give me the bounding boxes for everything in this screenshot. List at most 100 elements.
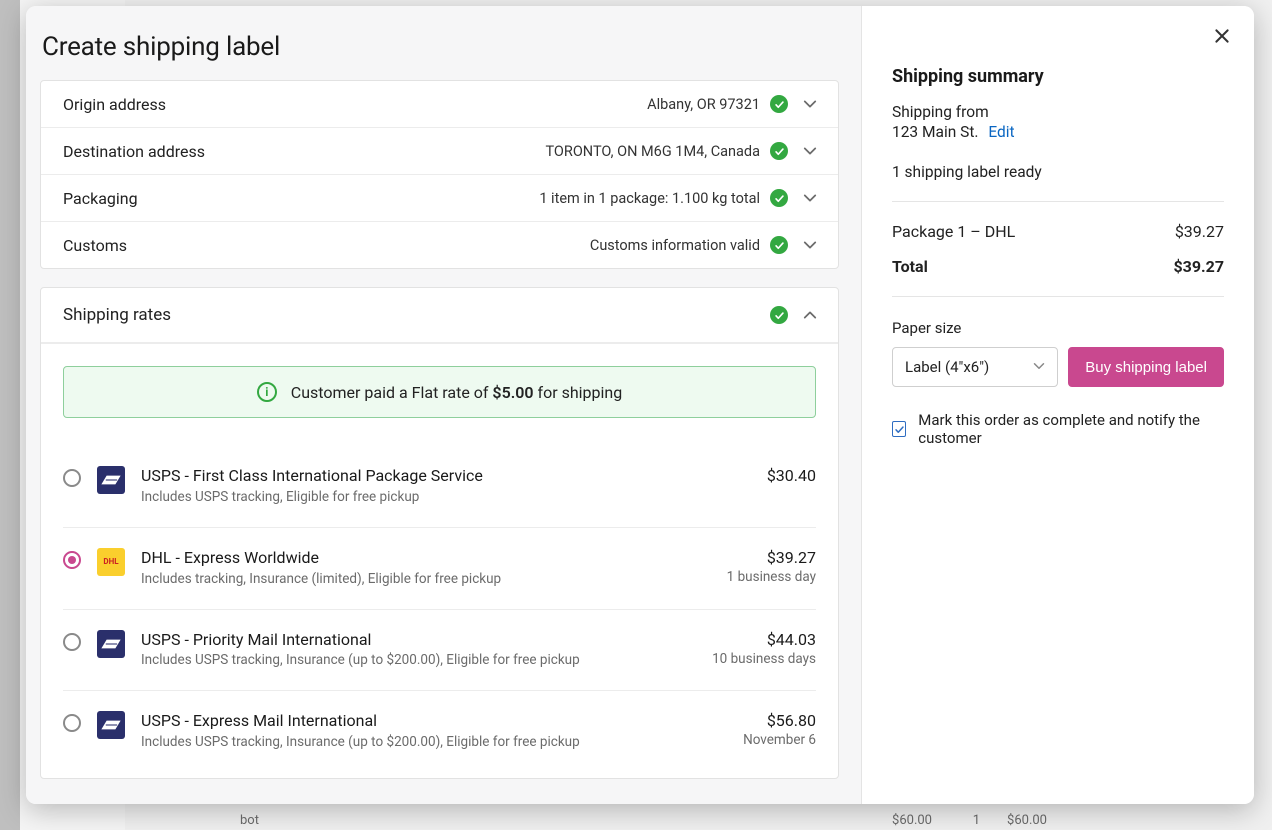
info-icon: i (257, 382, 277, 402)
rate-info: DHL - Express Worldwide Includes tracking… (141, 548, 711, 587)
rates-section: i Customer paid a Flat rate of $5.00 for… (41, 343, 838, 778)
rate-price-col: $39.271 business day (727, 548, 816, 585)
shipping-from-label: Shipping from (892, 103, 1224, 121)
mark-complete-checkbox[interactable] (892, 421, 906, 437)
rate-description: Includes USPS tracking, Eligible for fre… (141, 489, 751, 505)
rate-radio[interactable] (63, 551, 81, 569)
shipping-rates-header[interactable]: Shipping rates (41, 288, 838, 343)
chevron-down-icon[interactable] (800, 188, 820, 208)
edit-address-link[interactable]: Edit (988, 123, 1014, 141)
usps-logo-icon (97, 711, 125, 739)
paper-size-value: Label (4"x6") (905, 358, 989, 376)
bg-price: $60.00 (892, 813, 932, 828)
rate-option[interactable]: USPS - Priority Mail InternationalInclud… (63, 610, 816, 692)
rate-option[interactable]: USPS - First Class International Package… (63, 446, 816, 528)
destination-address-value: TORONTO, ON M6G 1M4, Canada (545, 142, 788, 160)
destination-address-label: Destination address (63, 142, 205, 161)
summary-total-row: Total $39.27 (892, 257, 1224, 276)
summary-line-label: Package 1 – DHL (892, 222, 1015, 241)
usps-logo-icon (97, 630, 125, 658)
modal-right-pane: Shipping summary Shipping from 123 Main … (862, 6, 1254, 804)
check-icon (770, 189, 788, 207)
dhl-logo-icon: DHL (97, 548, 125, 576)
rate-radio[interactable] (63, 469, 81, 487)
packaging-panel[interactable]: Packaging 1 item in 1 package: 1.100 kg … (41, 175, 838, 222)
shipping-from-address: 123 Main St. Edit (892, 123, 1224, 141)
summary-line-amount: $39.27 (1175, 222, 1224, 241)
origin-address-value: Albany, OR 97321 (647, 95, 788, 113)
bg-line-item: bot (240, 813, 259, 828)
origin-address-text: Albany, OR 97321 (647, 96, 760, 113)
customer-paid-banner: i Customer paid a Flat rate of $5.00 for… (63, 366, 816, 418)
customs-text: Customs information valid (590, 237, 760, 254)
rate-name: USPS - Express Mail International (141, 711, 727, 732)
rate-description: Includes tracking, Insurance (limited), … (141, 571, 711, 587)
bg-qty: 1 (973, 813, 980, 828)
check-icon (770, 142, 788, 160)
rate-price: $56.80 (743, 711, 816, 730)
chevron-up-icon[interactable] (800, 305, 820, 325)
summary-total-label: Total (892, 257, 928, 276)
rate-eta: 1 business day (727, 569, 816, 585)
modal-left-pane: Create shipping label Origin address Alb… (26, 6, 862, 804)
paper-size-select[interactable]: Label (4"x6") (892, 347, 1058, 387)
rates-list: USPS - First Class International Package… (63, 446, 816, 772)
check-icon (770, 236, 788, 254)
chevron-down-icon[interactable] (800, 141, 820, 161)
buy-shipping-label-button[interactable]: Buy shipping label (1068, 347, 1224, 387)
destination-address-text: TORONTO, ON M6G 1M4, Canada (545, 143, 760, 160)
rate-name: USPS - Priority Mail International (141, 630, 696, 651)
panels-card: Origin address Albany, OR 97321 Destinat… (40, 80, 839, 269)
paper-size-row: Label (4"x6") Buy shipping label (892, 347, 1224, 387)
rate-info: USPS - First Class International Package… (141, 466, 751, 505)
chevron-down-icon (1033, 358, 1045, 376)
rate-eta: 10 business days (712, 651, 816, 667)
close-button[interactable] (1208, 22, 1236, 50)
mark-complete-label: Mark this order as complete and notify t… (918, 411, 1224, 447)
banner-text: Customer paid a Flat rate of $5.00 for s… (291, 383, 622, 402)
rate-info: USPS - Priority Mail InternationalInclud… (141, 630, 696, 669)
customs-panel[interactable]: Customs Customs information valid (41, 222, 838, 268)
rate-eta: November 6 (743, 732, 816, 748)
rate-option[interactable]: USPS - Express Mail InternationalInclude… (63, 691, 816, 772)
rate-name: DHL - Express Worldwide (141, 548, 711, 569)
chevron-down-icon[interactable] (800, 94, 820, 114)
destination-address-panel[interactable]: Destination address TORONTO, ON M6G 1M4,… (41, 128, 838, 175)
shipping-rates-status (770, 306, 788, 324)
rate-radio[interactable] (63, 714, 81, 732)
modal-title: Create shipping label (42, 32, 839, 62)
summary-title: Shipping summary (892, 66, 1224, 87)
origin-address-panel[interactable]: Origin address Albany, OR 97321 (41, 81, 838, 128)
divider (892, 201, 1224, 202)
mark-complete-row: Mark this order as complete and notify t… (892, 411, 1224, 447)
paper-size-label: Paper size (892, 319, 1224, 337)
summary-total-amount: $39.27 (1173, 257, 1224, 276)
labels-ready-line: 1 shipping label ready (892, 163, 1224, 181)
banner-suffix: for shipping (534, 383, 623, 402)
shipping-from-address-text: 123 Main St. (892, 123, 978, 141)
check-icon (770, 306, 788, 324)
rate-name: USPS - First Class International Package… (141, 466, 751, 487)
packaging-text: 1 item in 1 package: 1.100 kg total (539, 190, 760, 207)
rate-price-col: $30.40 (767, 466, 816, 485)
chevron-down-icon[interactable] (800, 235, 820, 255)
check-icon (770, 95, 788, 113)
bg-total: $60.00 (1007, 813, 1047, 828)
rate-info: USPS - Express Mail InternationalInclude… (141, 711, 727, 750)
usps-logo-icon (97, 466, 125, 494)
customs-value: Customs information valid (590, 236, 788, 254)
rate-price-col: $44.03 10 business days (712, 630, 816, 667)
summary-line-item: Package 1 – DHL $39.27 (892, 222, 1224, 241)
rate-price: $44.03 (712, 630, 816, 649)
banner-prefix: Customer paid a Flat rate of (291, 383, 493, 402)
rate-price-col: $56.80 November 6 (743, 711, 816, 748)
customs-label: Customs (63, 236, 127, 255)
rate-option[interactable]: DHL DHL - Express Worldwide Includes track… (63, 528, 816, 610)
packaging-value: 1 item in 1 package: 1.100 kg total (539, 189, 788, 207)
rate-radio[interactable] (63, 633, 81, 651)
shipping-label-modal: Create shipping label Origin address Alb… (26, 6, 1254, 804)
packaging-label: Packaging (63, 189, 138, 208)
shipping-rates-card: Shipping rates i Customer paid a Flat ra… (40, 287, 839, 779)
banner-amount: $5.00 (492, 383, 533, 402)
rate-price: $30.40 (767, 466, 816, 485)
